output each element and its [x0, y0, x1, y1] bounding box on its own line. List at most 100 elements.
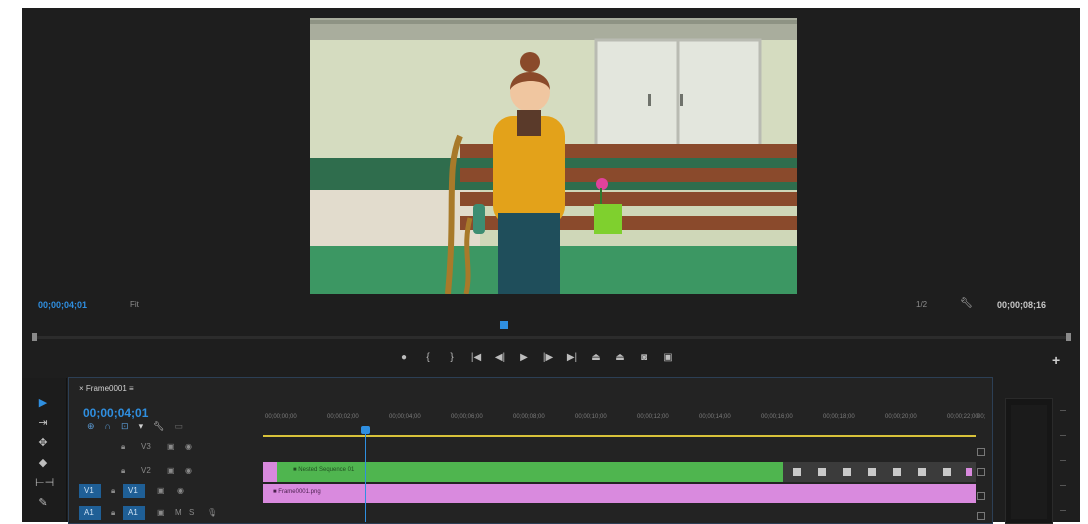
- keyframe-icon[interactable]: [893, 468, 901, 476]
- keyframe-icon[interactable]: [943, 468, 951, 476]
- mark-in-icon[interactable]: {: [416, 349, 440, 365]
- track-toggle[interactable]: [977, 512, 985, 520]
- ripple-edit-tool-icon[interactable]: ✥: [35, 436, 51, 450]
- export-frame-icon[interactable]: ◙: [632, 349, 656, 365]
- lift-icon[interactable]: ⏏: [584, 349, 608, 365]
- sync-lock-icon[interactable]: ▣: [157, 486, 165, 495]
- clip-name: Frame0001.png: [278, 489, 321, 495]
- eye-icon[interactable]: ◉: [177, 486, 184, 495]
- linked-selection-icon[interactable]: ⊡: [121, 421, 129, 432]
- timeline-ruler[interactable]: 00;00;00;00 00;00;02;00 00;00;04;00 00;0…: [265, 414, 989, 428]
- timeline-tool-icons: ⊕ ∩ ⊡ ▾ 🔧︎ ▭: [87, 421, 183, 432]
- wrench-icon[interactable]: 🔧︎: [153, 421, 164, 432]
- extract-icon[interactable]: ⏏: [608, 349, 632, 365]
- play-icon[interactable]: ▶: [512, 349, 536, 365]
- clip-end-marker[interactable]: [966, 468, 972, 476]
- work-area-bar[interactable]: [263, 435, 976, 437]
- sequence-tab[interactable]: × Frame0001 ≡: [79, 384, 134, 393]
- track-header-v1: V1 🔒︎ V1 ▣ ◉: [77, 484, 257, 500]
- track-toggle[interactable]: [977, 468, 985, 476]
- track-label: V2: [141, 466, 151, 475]
- solo-icon[interactable]: S: [189, 508, 194, 517]
- eye-icon[interactable]: ◉: [185, 466, 192, 475]
- ruler-label: 00;00;04;00: [389, 414, 421, 420]
- lock-icon[interactable]: 🔒︎: [121, 442, 125, 452]
- image-clip[interactable]: ■ Frame0001.png: [263, 484, 976, 503]
- track-select-tool-icon[interactable]: ⇥: [35, 416, 51, 430]
- button-editor-plus-icon[interactable]: +: [1052, 352, 1060, 368]
- track-label: A1: [128, 508, 138, 517]
- source-label: V1: [84, 486, 94, 495]
- step-back-icon[interactable]: ◀|: [488, 349, 512, 365]
- ruler-label: 00;: [977, 414, 986, 420]
- ruler-label: 00;00;06;00: [451, 414, 483, 420]
- ruler-label: 00;00;08;00: [513, 414, 545, 420]
- eye-icon[interactable]: ◉: [185, 442, 192, 451]
- scrub-start-handle[interactable]: [32, 333, 37, 341]
- monitor-playhead[interactable]: [500, 321, 508, 329]
- razor-tool-icon[interactable]: ◆: [35, 456, 51, 470]
- program-monitor-frame[interactable]: [310, 18, 797, 294]
- keyframe-icon[interactable]: [818, 468, 826, 476]
- snap-icon[interactable]: ∩: [105, 421, 111, 432]
- clip-name: Nested Sequence 01: [298, 467, 355, 473]
- ruler-label: 00;00;18;00: [823, 414, 855, 420]
- sync-lock-icon[interactable]: ▣: [157, 508, 165, 517]
- track-toggle[interactable]: [977, 492, 985, 500]
- transport-controls: ● { } |◀ ◀| ▶ |▶ ▶| ⏏ ⏏ ◙ ▣: [392, 349, 680, 365]
- pen-tool-icon[interactable]: ✎: [35, 496, 51, 510]
- playhead-timecode[interactable]: 00;00;04;01: [38, 300, 87, 310]
- track-header-v2: 🔒︎ V2 ▣ ◉: [77, 464, 257, 480]
- mark-out-icon[interactable]: }: [440, 349, 464, 365]
- add-marker-icon[interactable]: ●: [392, 349, 416, 365]
- ruler-label: 00;00;20;00: [885, 414, 917, 420]
- keyframe-icon[interactable]: [793, 468, 801, 476]
- track-header-a1: A1 🔒︎ A1 ▣ M S 🎙︎: [77, 506, 257, 522]
- tools-panel: ▶ ⇥ ✥ ◆ ⊢⊣ ✎: [22, 378, 67, 522]
- timeline-timecode[interactable]: 00;00;04;01: [83, 406, 148, 420]
- mute-icon[interactable]: M: [175, 508, 182, 517]
- lock-icon[interactable]: 🔒︎: [111, 508, 115, 518]
- track-target-a1[interactable]: A1: [123, 506, 145, 520]
- microphone-icon[interactable]: 🎙︎: [207, 508, 217, 517]
- nested-sequence-clip[interactable]: ■ Nested Sequence 01: [263, 462, 797, 482]
- track-toggle[interactable]: [977, 448, 985, 456]
- track-target-v1[interactable]: V1: [123, 484, 145, 498]
- comparison-view-icon[interactable]: ▣: [656, 349, 680, 365]
- ruler-label: 00;00;22;00: [947, 414, 979, 420]
- slip-tool-icon[interactable]: ⊢⊣: [35, 476, 54, 490]
- sync-lock-icon[interactable]: ▣: [167, 466, 175, 475]
- track-header-v3: 🔒︎ V3 ▣ ◉: [77, 440, 257, 456]
- selection-tool-icon[interactable]: ▶: [35, 396, 51, 410]
- ruler-label: 00;00;16;00: [761, 414, 793, 420]
- track-label: V3: [141, 442, 151, 451]
- nest-icon[interactable]: ⊕: [87, 421, 95, 432]
- clip-label: ■ Nested Sequence 01: [293, 467, 355, 473]
- resolution-dropdown[interactable]: 1/2: [916, 300, 927, 309]
- go-to-in-icon[interactable]: |◀: [464, 349, 488, 365]
- keyframe-strip[interactable]: [783, 462, 976, 482]
- sync-lock-icon[interactable]: ▣: [167, 442, 175, 451]
- premiere-window: 00;00;04;01 Fit 1/2 🔧︎ 00;00;08;16 ● { }…: [22, 8, 1080, 524]
- ruler-label: 00;00;10;00: [575, 414, 607, 420]
- scrub-end-handle[interactable]: [1066, 333, 1071, 341]
- keyframe-icon[interactable]: [868, 468, 876, 476]
- step-forward-icon[interactable]: |▶: [536, 349, 560, 365]
- source-patch-a1[interactable]: A1: [79, 506, 101, 520]
- meter-scale: [1060, 400, 1070, 520]
- fit-dropdown[interactable]: Fit: [130, 300, 139, 309]
- keyframe-icon[interactable]: [843, 468, 851, 476]
- go-to-out-icon[interactable]: ▶|: [560, 349, 584, 365]
- ruler-label: 00;00;02;00: [327, 414, 359, 420]
- keyframe-icon[interactable]: [918, 468, 926, 476]
- monitor-time-ruler[interactable]: [34, 336, 1070, 339]
- wrench-icon[interactable]: 🔧︎: [960, 298, 973, 309]
- add-marker-icon[interactable]: ▾: [139, 421, 144, 432]
- duration-timecode: 00;00;08;16: [997, 300, 1047, 310]
- audio-meter: [1005, 398, 1053, 524]
- source-patch-v1[interactable]: V1: [79, 484, 101, 498]
- lock-icon[interactable]: 🔒︎: [121, 466, 125, 476]
- lock-icon[interactable]: 🔒︎: [111, 486, 115, 496]
- ruler-label: 00;00;00;00: [265, 414, 297, 420]
- captions-icon[interactable]: ▭: [175, 421, 184, 432]
